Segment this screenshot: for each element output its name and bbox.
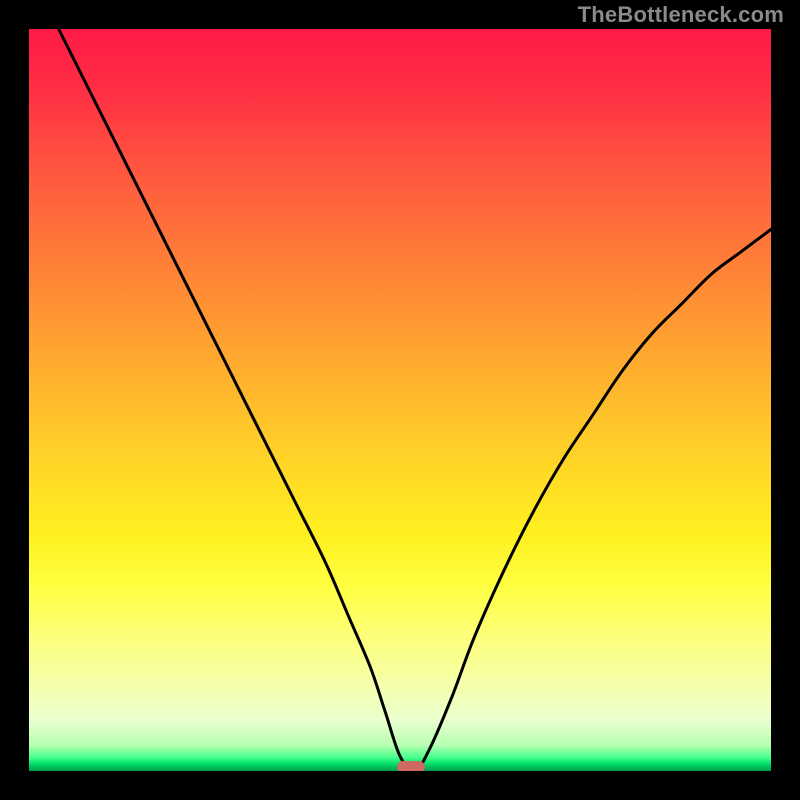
bottleneck-curve — [29, 29, 771, 771]
optimum-marker — [397, 761, 425, 771]
chart-frame: TheBottleneck.com — [0, 0, 800, 800]
plot-area — [29, 29, 771, 771]
watermark-text: TheBottleneck.com — [578, 2, 784, 28]
